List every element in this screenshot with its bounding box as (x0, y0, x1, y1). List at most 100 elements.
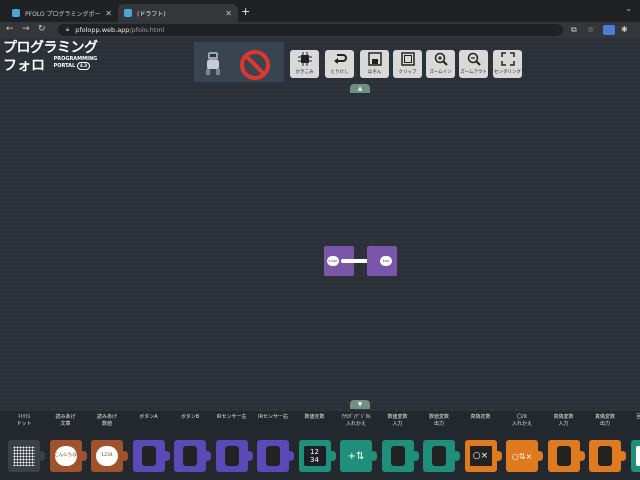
url-path: /pfolo.html (129, 26, 165, 34)
program-canvas[interactable]: プログラミング フォロ PROGRAMMING PORTAL 4.3 かきこみ … (0, 38, 640, 480)
palette-block[interactable]: こんにちは (49, 440, 87, 472)
palette-item[interactable]: ｱﾅﾛｸﾞ/ﾃﾞｼﾞﾀﾙ 入れかえ +⇅ (337, 411, 377, 480)
center-button[interactable]: センタリング (493, 50, 522, 78)
palette-item-label: ボタンB (180, 414, 200, 420)
close-tab-icon[interactable]: ✕ (225, 9, 232, 18)
palette-item[interactable]: ﾏﾄﾘｸｽ ドット (5, 411, 45, 480)
save-label: ほぞん (367, 70, 382, 75)
number-var-out-icon (432, 446, 446, 466)
favicon-icon (124, 9, 132, 17)
undo-label: とりけし (330, 70, 349, 75)
palette-block[interactable] (547, 440, 585, 472)
palette-item[interactable]: IRセンサー右 (254, 411, 294, 480)
palette-item-label: 真偽変数 入力 (553, 414, 574, 427)
extensions-icon[interactable]: ✱ (621, 25, 628, 34)
palette-block[interactable] (423, 440, 460, 472)
close-tab-icon[interactable]: ✕ (105, 9, 112, 18)
logo-sub1: PROGRAMMING (53, 56, 98, 62)
palette-item-label: IRセンサー右 (258, 414, 288, 420)
palette-block[interactable] (174, 440, 211, 472)
palette-item[interactable]: 真偽変数 出力 (586, 411, 626, 480)
palette-item[interactable]: 真偽変数 入力 (545, 411, 585, 480)
new-tab-button[interactable]: + (241, 5, 250, 18)
robot-icon[interactable] (203, 50, 223, 76)
palette-block[interactable] (589, 440, 626, 472)
url-host: pfolopp.web.app (75, 26, 130, 34)
palette-item[interactable]: ボタンA (130, 411, 170, 480)
palette-item-label: 〇/X 入れかえ (511, 414, 532, 427)
save-icon (367, 52, 382, 66)
palette-item-label: ｱﾅﾛｸﾞ/ﾃﾞｼﾞﾀﾙ 入れかえ (341, 414, 371, 427)
palette-item-label: 数値変数 出力 (428, 414, 449, 427)
palette-item[interactable]: 数値定数 12 34 (296, 411, 336, 480)
tab-title: PFOLO プログラミングポータル (25, 10, 101, 18)
zoom-in-button[interactable]: ズームイン (426, 50, 455, 78)
zoom-in-label: ズームイン (429, 70, 452, 75)
center-label: センタリング (494, 70, 521, 75)
bookmark-star-icon[interactable]: ☆ (587, 25, 594, 34)
speech-text-icon: こんにちは (54, 446, 77, 466)
palette-item-label: 回数ルー (636, 414, 640, 420)
bool-var-out-icon (598, 446, 612, 466)
palette-item-label: ボタンA (139, 414, 158, 420)
palette-block[interactable] (215, 440, 253, 472)
window-controls-icon[interactable]: ⌄ (625, 4, 632, 13)
lock-icon: 🔒︎ (66, 26, 70, 33)
palette-block[interactable] (132, 440, 170, 472)
number-icon: 12 34 (303, 446, 326, 466)
tab-draft[interactable]: (ドラフト) ✕ (118, 4, 238, 22)
forward-icon[interactable]: → (22, 24, 30, 34)
analog-digital-icon: +⇅ (347, 450, 365, 462)
bool-swap-icon: ○⇅× (511, 451, 533, 461)
back-icon[interactable]: ← (6, 24, 14, 34)
palette-block[interactable]: ○⇅× (506, 440, 543, 472)
palette-item[interactable]: 数値変数 入力 (379, 411, 419, 480)
reload-icon[interactable]: ↻ (38, 24, 46, 34)
zoom-in-icon (434, 52, 448, 66)
palette-block[interactable]: 1234 (91, 440, 128, 472)
palette-item[interactable]: 〇/X 入れかえ ○⇅× (503, 411, 543, 480)
palette-block[interactable] (381, 440, 419, 472)
bool-const-icon: ○× (469, 446, 492, 466)
undo-icon (333, 54, 347, 64)
ir-left-icon (224, 446, 239, 466)
speech-number-icon: 1234 (96, 446, 118, 466)
palette-item[interactable]: 数値変数 出力 (420, 411, 460, 480)
install-icon[interactable]: ⧉ (571, 25, 577, 35)
number-var-in-icon (390, 446, 405, 466)
zoom-out-button[interactable]: ズームアウト (459, 50, 488, 78)
button-a-icon (141, 446, 156, 466)
browser-toolbar: ← → ↻ 🔒︎ pfolopp.web.app/pfolo.html ⧉ ☆ … (0, 22, 640, 38)
palette-item-label: 真偽変数 出力 (594, 414, 615, 427)
clip-button[interactable]: クリップ (393, 50, 422, 78)
ir-right-icon (266, 446, 280, 466)
palette-block[interactable]: +⇅ (340, 440, 377, 472)
profile-icon[interactable] (603, 25, 615, 35)
address-bar[interactable]: 🔒︎ pfolopp.web.app/pfolo.html (58, 24, 563, 36)
end-block[interactable]: END (367, 246, 397, 276)
bool-var-in-icon (556, 446, 571, 466)
palette-item[interactable]: 読みあげ 文章こんにちは (47, 411, 87, 480)
palette-item[interactable]: 回数ルー (628, 411, 640, 480)
palette-block-text: 1234 (101, 453, 113, 458)
palette-item[interactable]: 真偽定数 ○× (462, 411, 502, 480)
palette-item-label: 読みあげ 文章 (55, 414, 76, 427)
block-palette: ﾏﾄﾘｸｽ ドット 読みあげ 文章こんにちは 読みあげ 数値 1234 ボタンA ボタンB… (0, 411, 640, 480)
palette-block[interactable]: 12 34 (298, 440, 336, 472)
collapse-toolbar-button[interactable]: ▲ (350, 84, 370, 93)
palette-item[interactable]: IRセンサー左 (213, 411, 253, 480)
undo-button[interactable]: とりけし (325, 50, 354, 78)
write-button[interactable]: かきこみ (290, 50, 319, 78)
start-label: START (327, 256, 339, 266)
palette-item[interactable]: 読みあげ 数値 1234 (88, 411, 128, 480)
zoom-out-icon (467, 52, 481, 66)
palette-block[interactable] (8, 440, 45, 472)
palette-block[interactable] (630, 440, 640, 472)
save-button[interactable]: ほぞん (360, 50, 389, 78)
palette-block[interactable]: ○× (464, 440, 502, 472)
palette-block[interactable] (257, 440, 294, 472)
collapse-palette-button[interactable]: ▼ (350, 400, 370, 409)
tab-portal[interactable]: PFOLO プログラミングポータル ✕ (6, 4, 118, 22)
palette-item[interactable]: ボタンB (171, 411, 211, 480)
zoom-out-label: ズームアウト (460, 70, 487, 75)
